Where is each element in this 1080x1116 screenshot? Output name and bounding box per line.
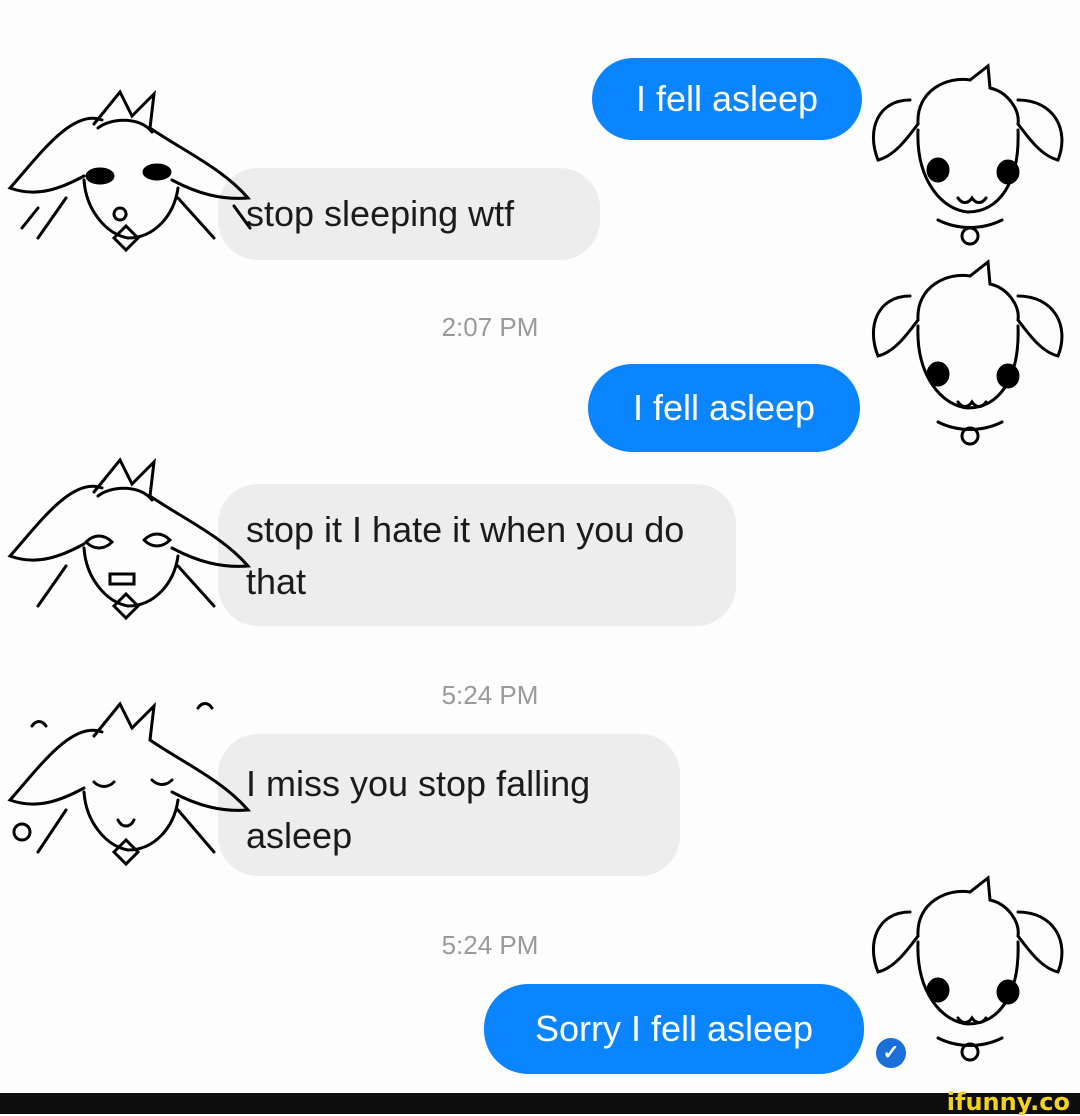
avatar-dog-character (858, 872, 1080, 1072)
message-text: I fell asleep (635, 78, 819, 119)
avatar-sketch-character (2, 88, 252, 263)
message-text: I fell asleep (632, 387, 816, 428)
message-text: I miss you stop falling asleep (246, 763, 591, 856)
message-text: Sorry I fell asleep (534, 1008, 814, 1049)
avatar-sketch-character (2, 456, 252, 631)
message-text: stop it I hate it when you do that (246, 509, 685, 602)
timestamp: 5:24 PM (441, 680, 539, 710)
ifunny-watermark: ifunny.co (946, 1088, 1070, 1116)
message-text: stop sleeping wtf (246, 193, 515, 234)
chat-thread: I fell asleep stop sleeping wtf 2:07 PM … (0, 0, 1080, 1093)
watermark-bar: ifunny.co (0, 1089, 1080, 1115)
message-bubble-incoming[interactable]: stop it I hate it when you do that (218, 484, 736, 626)
message-bubble-incoming[interactable]: I miss you stop falling asleep (218, 734, 680, 876)
avatar-sketch-character (2, 696, 252, 886)
timestamp: 5:24 PM (441, 930, 539, 960)
message-bubble-outgoing[interactable]: Sorry I fell asleep (484, 984, 864, 1074)
message-bubble-outgoing[interactable]: I fell asleep (592, 58, 862, 140)
avatar-dog-character (858, 256, 1080, 456)
message-bubble-outgoing[interactable]: I fell asleep (588, 364, 860, 452)
avatar-dog-character (858, 60, 1080, 260)
timestamp: 2:07 PM (441, 312, 539, 342)
message-bubble-incoming[interactable]: stop sleeping wtf (218, 168, 600, 260)
